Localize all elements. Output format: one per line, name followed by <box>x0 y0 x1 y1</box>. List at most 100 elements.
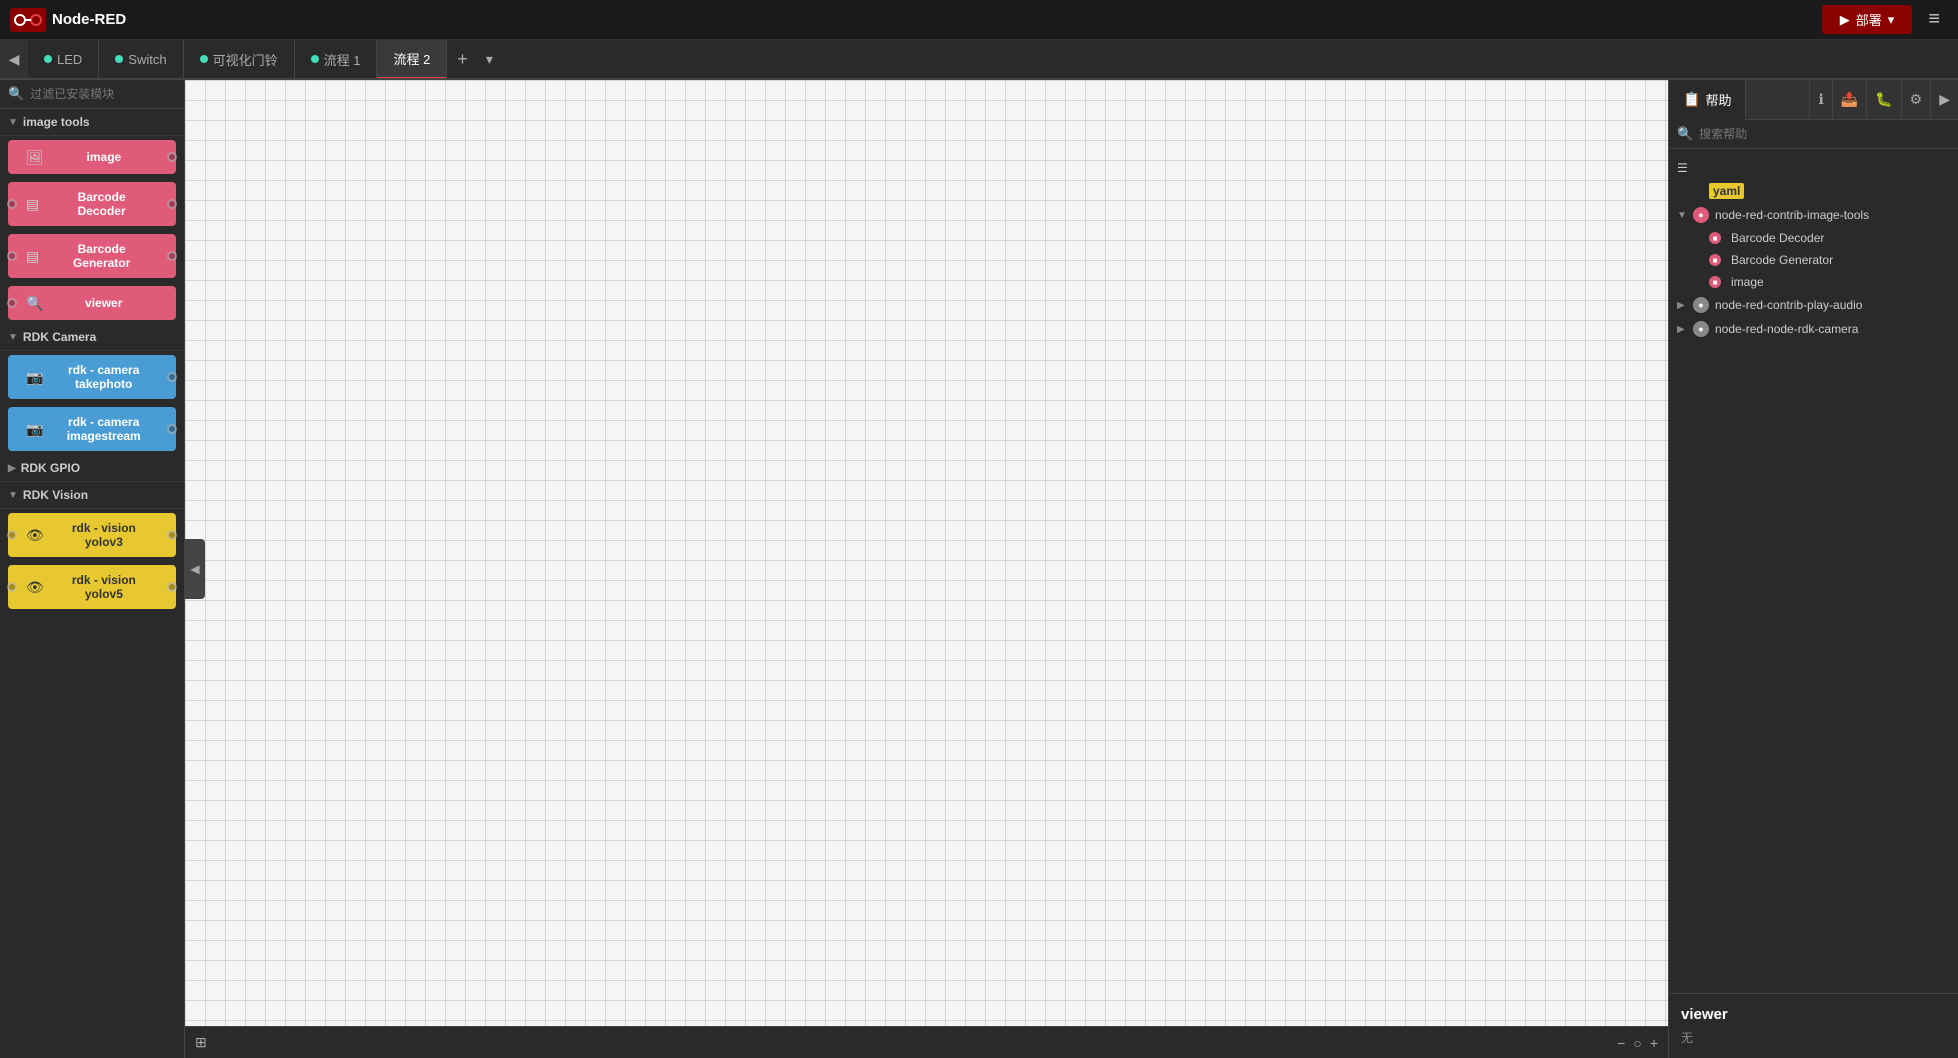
node-rdk-camera-takephoto-inner: 📷 rdk - cameratakephoto <box>8 363 176 391</box>
rp-tab-help-label: 帮助 <box>1705 90 1731 109</box>
sidebar-toggle-button[interactable]: ◀ <box>0 40 28 79</box>
canvas-zoom-out-button[interactable]: − <box>1617 1035 1625 1051</box>
canvas-area[interactable]: ◀ ⊞ − ○ + <box>185 80 1668 1058</box>
rp-tree-rdk-camera[interactable]: ▶ ● node-red-node-rdk-camera <box>1669 317 1958 341</box>
node-barcode-generator-port-right <box>167 251 177 261</box>
rp-info: viewer 无 <box>1669 993 1958 1058</box>
right-panel-header: 📋 帮助 ℹ 📤 🐛 ⚙ ▶ <box>1669 80 1958 120</box>
rp-tree-rdk-camera-label: node-red-node-rdk-camera <box>1715 322 1858 336</box>
rp-tab-help[interactable]: 📋 帮助 <box>1669 80 1746 120</box>
node-image-inner: 🖼 image <box>8 149 176 166</box>
tab-led-label: LED <box>57 52 82 67</box>
logo-icon <box>10 8 46 32</box>
rp-tree-yaml[interactable]: yaml <box>1669 179 1958 203</box>
tab-flow2[interactable]: 流程 2 <box>377 40 447 79</box>
rp-collapse-button[interactable]: ▶ <box>1930 80 1958 120</box>
rdk-camera-pkg-icon: ● <box>1693 321 1709 337</box>
section-rdk-camera-label: RDK Camera <box>23 330 96 344</box>
canvas-zoom-reset-button[interactable]: ○ <box>1633 1035 1641 1051</box>
image-tree-icon: ■ <box>1709 276 1721 288</box>
deploy-label: 部署 <box>1856 10 1882 29</box>
add-tab-button[interactable]: + <box>447 49 478 70</box>
rp-debug-button[interactable]: 🐛 <box>1866 80 1900 120</box>
rp-search-icon: 🔍 <box>1677 126 1693 142</box>
image-tools-chevron-icon: ▼ <box>1677 210 1687 221</box>
search-input[interactable] <box>30 87 185 101</box>
canvas-bottom-bar: ⊞ − ○ + <box>185 1026 1668 1058</box>
tab-flow1[interactable]: 流程 1 <box>295 40 378 79</box>
node-rdk-camera-imagestream-label: rdk - cameraimagestream <box>49 415 158 443</box>
deploy-button[interactable]: ▶ 部署 ▾ <box>1822 5 1913 34</box>
section-rdk-camera[interactable]: ▼ RDK Camera <box>0 324 184 351</box>
rp-tree-play-audio-label: node-red-contrib-play-audio <box>1715 298 1862 312</box>
rp-tree-barcode-decoder[interactable]: ■ Barcode Decoder <box>1669 227 1958 249</box>
node-rdk-vision-yolov5-port-left <box>7 582 17 592</box>
help-tab-icon: 📋 <box>1683 91 1700 108</box>
rp-info-title: viewer <box>1681 1006 1946 1023</box>
vision-yolov5-icon: 👁 <box>26 579 44 596</box>
section-image-tools[interactable]: ▼ image tools <box>0 109 184 136</box>
app-title: Node-RED <box>52 11 126 28</box>
rp-settings-button[interactable]: ⚙ <box>1901 80 1931 120</box>
menu-button[interactable]: ≡ <box>1920 4 1948 35</box>
node-image[interactable]: 🖼 image <box>8 140 176 174</box>
node-viewer[interactable]: 🔍 viewer <box>8 286 176 320</box>
deploy-icon: ▶ <box>1840 12 1850 28</box>
tab-chevron-button[interactable]: ▾ <box>478 51 501 68</box>
node-rdk-vision-yolov3-port-right <box>167 530 177 540</box>
rp-search-input[interactable] <box>1699 127 1950 141</box>
rp-actions: ℹ 📤 🐛 ⚙ ▶ <box>1809 80 1958 120</box>
main-layout: 🔍 ▼ image tools 🖼 image ▤ BarcodeDecoder <box>0 80 1958 1058</box>
deploy-chevron-icon: ▾ <box>1888 12 1895 28</box>
node-rdk-vision-yolov5-label: rdk - visionyolov5 <box>50 573 158 601</box>
node-rdk-vision-yolov3-port-left <box>7 530 17 540</box>
node-barcode-decoder[interactable]: ▤ BarcodeDecoder <box>8 182 176 226</box>
rp-tree-list-toggle[interactable]: ☰ <box>1669 157 1958 179</box>
rp-tree-image-label: image <box>1731 275 1764 289</box>
rp-info-desc: 无 <box>1681 1029 1946 1046</box>
section-rdk-gpio-label: RDK GPIO <box>21 461 80 475</box>
tab-switch[interactable]: Switch <box>99 40 183 79</box>
barcode-generator-icon: ▤ <box>26 248 39 265</box>
node-rdk-vision-yolov3-inner: 👁 rdk - visionyolov3 <box>8 521 176 549</box>
rp-tree-barcode-generator[interactable]: ■ Barcode Generator <box>1669 249 1958 271</box>
rp-tree-image[interactable]: ■ image <box>1669 271 1958 293</box>
section-rdk-vision[interactable]: ▼ RDK Vision <box>0 482 184 509</box>
node-rdk-camera-imagestream-inner: 📷 rdk - cameraimagestream <box>8 415 176 443</box>
section-rdk-gpio-chevron-icon: ▶ <box>8 463 16 474</box>
node-rdk-vision-yolov3[interactable]: 👁 rdk - visionyolov3 <box>8 513 176 557</box>
tab-led[interactable]: LED <box>28 40 99 79</box>
node-image-label: image <box>50 150 158 164</box>
topbar-right: ▶ 部署 ▾ ≡ <box>1822 4 1948 35</box>
canvas-collapse-button[interactable]: ◀ <box>185 539 205 599</box>
app-logo: Node-RED <box>10 8 170 32</box>
viewer-icon: 🔍 <box>26 295 43 312</box>
tab-flow1-label: 流程 1 <box>324 50 361 69</box>
tab-flow2-label: 流程 2 <box>393 49 430 68</box>
topbar: Node-RED ▶ 部署 ▾ ≡ <box>0 0 1958 40</box>
canvas-map-button[interactable]: ⊞ <box>195 1034 207 1051</box>
node-barcode-generator-label: BarcodeGenerator <box>45 242 158 270</box>
node-rdk-vision-yolov5[interactable]: 👁 rdk - visionyolov5 <box>8 565 176 609</box>
image-node-icon: 🖼 <box>26 149 44 166</box>
yaml-icon: yaml <box>1709 183 1744 199</box>
node-viewer-inner: 🔍 viewer <box>8 295 176 312</box>
node-barcode-generator[interactable]: ▤ BarcodeGenerator <box>8 234 176 278</box>
node-rdk-camera-imagestream[interactable]: 📷 rdk - cameraimagestream <box>8 407 176 451</box>
rp-tree-play-audio[interactable]: ▶ ● node-red-contrib-play-audio <box>1669 293 1958 317</box>
section-rdk-gpio[interactable]: ▶ RDK GPIO <box>0 455 184 482</box>
barcode-decoder-tree-icon: ■ <box>1709 232 1721 244</box>
node-rdk-vision-yolov5-port-right <box>167 582 177 592</box>
tab-dot <box>200 55 208 63</box>
node-rdk-camera-takephoto-port-right <box>167 372 177 382</box>
tab-doorbell[interactable]: 可视化门铃 <box>184 40 295 79</box>
canvas-zoom-in-button[interactable]: + <box>1650 1035 1658 1051</box>
image-tools-pkg-icon: ● <box>1693 207 1709 223</box>
rp-tree-image-tools[interactable]: ▼ ● node-red-contrib-image-tools <box>1669 203 1958 227</box>
rp-info-button[interactable]: ℹ <box>1809 80 1831 120</box>
camera-takephoto-icon: 📷 <box>26 369 43 386</box>
node-rdk-camera-takephoto[interactable]: 📷 rdk - cameratakephoto <box>8 355 176 399</box>
search-bar: 🔍 <box>0 80 184 109</box>
tab-switch-label: Switch <box>128 52 166 67</box>
rp-export-button[interactable]: 📤 <box>1832 80 1866 120</box>
